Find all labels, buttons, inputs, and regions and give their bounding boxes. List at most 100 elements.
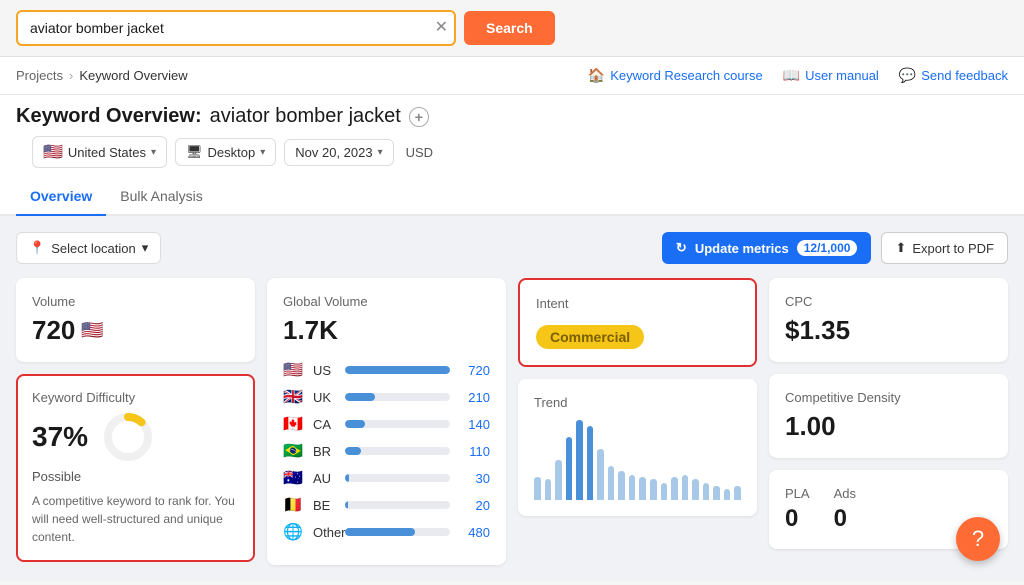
search-input[interactable] (16, 10, 456, 46)
country-bar-track (345, 366, 450, 374)
header-nav: Projects › Keyword Overview 🏠 Keyword Re… (0, 57, 1024, 95)
filters-row: 🇺🇸 United States ▾ 🖥 Desktop ▾ Nov 20, 2… (16, 128, 1008, 178)
global-volume-card: Global Volume 1.7K 🇺🇸 US 720 🇬🇧 UK 210 🇨… (267, 278, 506, 565)
trend-card: Trend (518, 379, 757, 516)
breadcrumb-parent[interactable]: Projects (16, 68, 63, 83)
trend-bar (650, 479, 657, 500)
country-row: 🇺🇸 US 720 (283, 360, 490, 380)
main-content: 📍 Select location ▾ ↻ Update metrics 12/… (0, 216, 1024, 581)
trend-bar (682, 475, 689, 500)
search-input-wrap: ✕ (16, 10, 456, 46)
feedback-icon: 💬 (899, 67, 916, 84)
country-code: US (313, 363, 337, 378)
country-list: 🇺🇸 US 720 🇬🇧 UK 210 🇨🇦 CA 140 🇧🇷 BR (283, 360, 490, 542)
page-title: Keyword Overview: aviator bomber jacket … (16, 105, 1008, 128)
country-num: 20 (458, 498, 490, 513)
kd-card: Keyword Difficulty 37% Possible A compet… (16, 374, 255, 562)
export-icon: ⬆ (895, 240, 906, 256)
toolbar-right: ↻ Update metrics 12/1,000 ⬆ Export to PD… (662, 232, 1008, 264)
date-filter[interactable]: Nov 20, 2023 ▾ (284, 139, 393, 166)
kd-desc: A competitive keyword to rank for. You w… (32, 492, 239, 546)
country-code: UK (313, 390, 337, 405)
country-row: 🌐 Other 480 (283, 522, 490, 542)
country-flag-icon: 🇺🇸 (283, 360, 305, 380)
intent-badge: Commercial (536, 325, 644, 349)
country-row: 🇨🇦 CA 140 (283, 414, 490, 434)
country-bar-track (345, 420, 450, 428)
col-1: Volume 720 🇺🇸 Keyword Difficulty 37% (16, 278, 255, 565)
country-code: BR (313, 444, 337, 459)
page-title-prefix: Keyword Overview: (16, 105, 202, 128)
search-button[interactable]: Search (464, 11, 555, 45)
country-bar-fill (345, 528, 415, 536)
search-bar: ✕ Search (0, 0, 1024, 57)
country-flag-icon: 🇧🇪 (283, 495, 305, 515)
tab-bulk-analysis[interactable]: Bulk Analysis (106, 178, 216, 216)
help-fab[interactable]: ? (956, 517, 1000, 561)
country-num: 210 (458, 390, 490, 405)
country-row: 🇧🇪 BE 20 (283, 495, 490, 515)
country-code: Other (313, 525, 337, 540)
country-row: 🇦🇺 AU 30 (283, 468, 490, 488)
location-select[interactable]: 📍 Select location ▾ (16, 232, 161, 264)
device-filter[interactable]: 🖥 Desktop ▾ (175, 138, 276, 166)
trend-bar (661, 483, 668, 500)
update-metrics-button[interactable]: ↻ Update metrics 12/1,000 (662, 232, 872, 264)
trend-bar (639, 477, 646, 500)
global-volume-value: 1.7K (283, 315, 490, 346)
trend-bar (692, 479, 699, 500)
trend-bar (587, 426, 594, 500)
trend-bar (724, 489, 731, 500)
update-metrics-badge: 12/1,000 (797, 240, 858, 256)
country-bar-fill (345, 366, 450, 374)
ads-col: Ads 0 (834, 486, 856, 533)
cpc-value: $1.35 (785, 315, 992, 346)
page-title-section: Keyword Overview: aviator bomber jacket … (0, 95, 1024, 178)
toolbar-row: 📍 Select location ▾ ↻ Update metrics 12/… (16, 232, 1008, 264)
book-icon: 📖 (783, 67, 800, 84)
trend-bar (703, 483, 710, 500)
tab-overview[interactable]: Overview (16, 178, 106, 216)
cpc-label: CPC (785, 294, 992, 309)
ads-label: Ads (834, 486, 856, 501)
user-manual-link[interactable]: 📖 User manual (783, 67, 879, 84)
country-bar-track (345, 474, 450, 482)
country-flag-icon: 🇬🇧 (283, 387, 305, 407)
country-bar-track (345, 528, 450, 536)
country-num: 30 (458, 471, 490, 486)
country-filter[interactable]: 🇺🇸 United States ▾ (32, 136, 167, 168)
kd-value: 37% (32, 421, 88, 453)
country-code: AU (313, 471, 337, 486)
country-bar-track (345, 447, 450, 455)
send-feedback-link[interactable]: 💬 Send feedback (899, 67, 1008, 84)
trend-bar (555, 460, 562, 500)
pla-col: PLA 0 (785, 486, 810, 533)
device-chevron-icon: ▾ (260, 147, 265, 158)
kd-row: 37% (32, 411, 239, 463)
trend-bar (576, 420, 583, 500)
col-3: Intent Commercial Trend (518, 278, 757, 565)
keyword-research-course-link[interactable]: 🏠 Keyword Research course (588, 67, 763, 84)
date-label: Nov 20, 2023 (295, 145, 372, 160)
cd-value: 1.00 (785, 411, 992, 442)
country-flag-icon: 🇧🇷 (283, 441, 305, 461)
country-row: 🇧🇷 BR 110 (283, 441, 490, 461)
country-flag: 🇺🇸 (43, 142, 63, 162)
location-chevron-icon: ▾ (142, 240, 149, 256)
add-keyword-button[interactable]: + (409, 107, 429, 127)
export-button[interactable]: ⬆ Export to PDF (881, 232, 1008, 264)
trend-chart (534, 420, 741, 500)
country-code: CA (313, 417, 337, 432)
country-flag-icon: 🇨🇦 (283, 414, 305, 434)
currency-label: USD (402, 140, 437, 165)
trend-bar (713, 486, 720, 500)
country-bar-fill (345, 447, 361, 455)
trend-bar (608, 466, 615, 500)
country-num: 140 (458, 417, 490, 432)
search-clear-button[interactable]: ✕ (435, 20, 448, 36)
breadcrumb-sep: › (69, 68, 73, 83)
home-icon: 🏠 (588, 67, 605, 84)
cards-grid: Volume 720 🇺🇸 Keyword Difficulty 37% (16, 278, 1008, 565)
country-num: 480 (458, 525, 490, 540)
trend-bar (545, 479, 552, 500)
